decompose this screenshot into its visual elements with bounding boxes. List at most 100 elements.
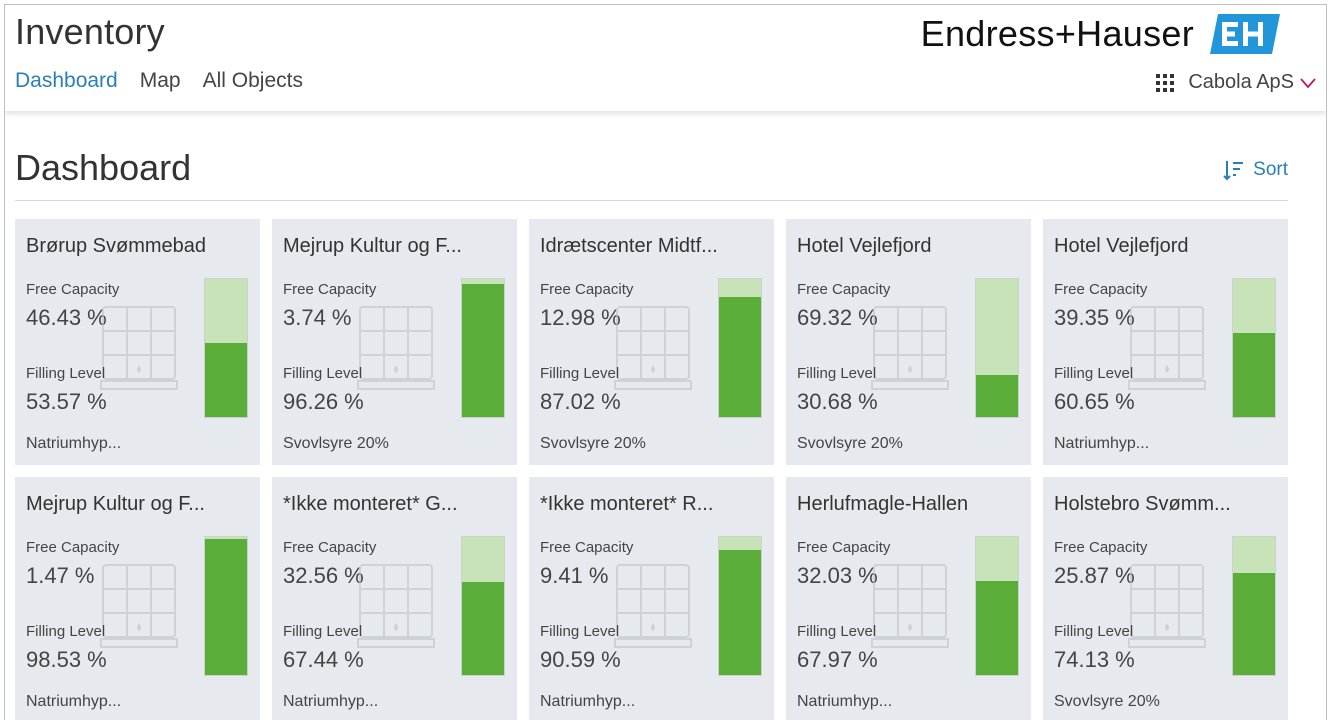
filling-level-value: 98.53 %: [26, 647, 107, 672]
free-capacity-value: 46.43 %: [26, 305, 107, 330]
level-bar: [461, 278, 505, 418]
tank-card[interactable]: Idrætscenter Midtf... Free Capacity 12.9…: [529, 219, 774, 465]
tank-card-grid: Brørup Svømmebad Free Capacity 46.43 % F…: [15, 219, 1289, 720]
filling-level-value: 30.68 %: [797, 389, 878, 414]
level-bar: [718, 278, 762, 418]
free-capacity-label: Free Capacity: [540, 281, 634, 298]
filling-level-label: Filling Level: [1054, 365, 1134, 382]
product-name: Svovlsyre 20%: [797, 435, 903, 452]
ibc-tank-icon: [871, 564, 949, 648]
sort-button[interactable]: Sort: [1223, 159, 1288, 181]
brand: Endress+Hauser: [921, 13, 1280, 55]
card-title: Brørup Svømmebad: [26, 235, 207, 257]
ibc-tank-icon: [357, 564, 435, 648]
endress-hauser-logo-icon: [1210, 14, 1280, 54]
free-capacity-label: Free Capacity: [26, 539, 120, 556]
account-name: Cabola ApS: [1188, 71, 1294, 93]
free-capacity-label: Free Capacity: [1054, 539, 1148, 556]
app-title: Inventory: [15, 11, 165, 52]
free-capacity-value: 69.32 %: [797, 305, 878, 330]
nav-all-objects[interactable]: All Objects: [203, 69, 303, 93]
free-capacity-label: Free Capacity: [797, 281, 891, 298]
free-capacity-value: 12.98 %: [540, 305, 621, 330]
ibc-tank-icon: [614, 306, 692, 390]
filling-level-value: 96.26 %: [283, 389, 364, 414]
apps-grid-icon: [1156, 73, 1175, 92]
tank-card[interactable]: Mejrup Kultur og F... Free Capacity 3.74…: [272, 219, 517, 465]
ibc-tank-icon: [1128, 306, 1206, 390]
card-title: *Ikke monteret* G...: [283, 493, 458, 515]
free-capacity-value: 32.56 %: [283, 563, 364, 588]
level-bar-fill: [462, 581, 504, 675]
top-bar: Inventory Dashboard Map All Objects Endr…: [5, 5, 1326, 111]
filling-level-label: Filling Level: [26, 623, 106, 640]
tank-card[interactable]: Herlufmagle-Hallen Free Capacity 32.03 %…: [786, 477, 1031, 720]
card-title: Idrætscenter Midtf...: [540, 235, 718, 257]
filling-level-value: 74.13 %: [1054, 647, 1135, 672]
filling-level-value: 90.59 %: [540, 647, 621, 672]
free-capacity-label: Free Capacity: [540, 539, 634, 556]
tank-card[interactable]: *Ikke monteret* R... Free Capacity 9.41 …: [529, 477, 774, 720]
free-capacity-value: 39.35 %: [1054, 305, 1135, 330]
tank-card[interactable]: Brørup Svømmebad Free Capacity 46.43 % F…: [15, 219, 260, 465]
product-name: Svovlsyre 20%: [540, 435, 646, 452]
level-bar: [975, 278, 1019, 418]
tank-card[interactable]: Hotel Vejlefjord Free Capacity 69.32 % F…: [786, 219, 1031, 465]
tank-card[interactable]: *Ikke monteret* G... Free Capacity 32.56…: [272, 477, 517, 720]
tank-card[interactable]: Mejrup Kultur og F... Free Capacity 1.47…: [15, 477, 260, 720]
level-bar-fill: [205, 539, 247, 675]
sort-icon: [1223, 161, 1244, 181]
filling-level-value: 87.02 %: [540, 389, 621, 414]
product-name: Natriumhyp...: [283, 693, 379, 710]
level-bar: [1232, 278, 1276, 418]
level-bar: [1232, 536, 1276, 676]
filling-level-label: Filling Level: [283, 623, 363, 640]
ibc-tank-icon: [100, 306, 178, 390]
tank-card[interactable]: Hotel Vejlefjord Free Capacity 39.35 % F…: [1043, 219, 1288, 465]
main-content: Dashboard Sort Brørup Svømmebad Free Cap…: [5, 111, 1326, 720]
card-title: Mejrup Kultur og F...: [283, 235, 462, 257]
nav-dashboard[interactable]: Dashboard: [15, 69, 118, 93]
nav-map[interactable]: Map: [140, 69, 181, 93]
free-capacity-label: Free Capacity: [1054, 281, 1148, 298]
card-title: Holstebro Svømm...: [1054, 493, 1231, 515]
product-name: Natriumhyp...: [26, 693, 122, 710]
level-bar-fill: [719, 550, 761, 675]
ibc-tank-icon: [614, 564, 692, 648]
level-bar: [975, 536, 1019, 676]
brand-name: Endress+Hauser: [920, 13, 1194, 54]
card-title: Hotel Vejlefjord: [797, 235, 932, 257]
free-capacity-label: Free Capacity: [26, 281, 120, 298]
chevron-down-icon: [1300, 77, 1316, 88]
level-bar-fill: [1233, 333, 1275, 417]
product-name: Natriumhyp...: [26, 435, 122, 452]
ibc-tank-icon: [100, 564, 178, 648]
sort-label: Sort: [1253, 159, 1288, 180]
account-switcher[interactable]: Cabola ApS: [1156, 71, 1316, 94]
product-name: Svovlsyre 20%: [283, 435, 389, 452]
tank-card[interactable]: Holstebro Svømm... Free Capacity 25.87 %…: [1043, 477, 1288, 720]
filling-level-label: Filling Level: [1054, 623, 1134, 640]
level-bar-fill: [462, 284, 504, 417]
free-capacity-value: 32.03 %: [797, 563, 878, 588]
filling-level-value: 67.44 %: [283, 647, 364, 672]
level-bar: [204, 278, 248, 418]
filling-level-value: 60.65 %: [1054, 389, 1135, 414]
filling-level-label: Filling Level: [797, 623, 877, 640]
product-name: Natriumhyp...: [797, 693, 893, 710]
filling-level-label: Filling Level: [26, 365, 106, 382]
level-bar: [461, 536, 505, 676]
free-capacity-label: Free Capacity: [797, 539, 891, 556]
level-bar: [718, 536, 762, 676]
level-bar-fill: [1233, 572, 1275, 675]
filling-level-label: Filling Level: [540, 365, 620, 382]
ibc-tank-icon: [871, 306, 949, 390]
filling-level-label: Filling Level: [283, 365, 363, 382]
level-bar-fill: [205, 343, 247, 417]
level-bar-fill: [719, 296, 761, 417]
main-nav: Dashboard Map All Objects: [15, 69, 303, 93]
card-title: Herlufmagle-Hallen: [797, 493, 969, 515]
filling-level-value: 53.57 %: [26, 389, 107, 414]
product-name: Natriumhyp...: [1054, 435, 1150, 452]
free-capacity-value: 9.41 %: [540, 563, 609, 588]
